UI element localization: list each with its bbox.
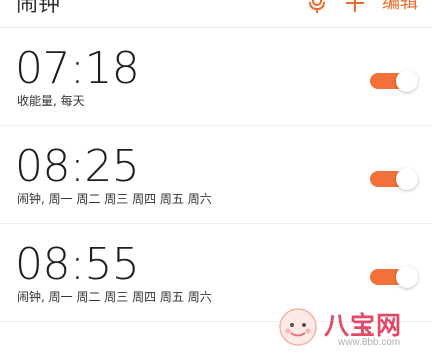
alarm-list: 07:18 收能量, 每天 08:25 闹钟, 周一 周二 周三 周四 周五 周… xyxy=(0,28,432,322)
alarm-label: 闹钟, 周一 周二 周三 周四 周五 周六 xyxy=(17,290,212,304)
alarm-toggle[interactable] xyxy=(370,168,418,190)
alarm-item[interactable]: 07:18 收能量, 每天 xyxy=(0,28,432,126)
toggle-knob xyxy=(396,70,418,92)
alarm-item[interactable]: 08:25 闹钟, 周一 周二 周三 周四 周五 周六 xyxy=(0,126,432,224)
alarm-time: 08:25 xyxy=(15,141,140,192)
plus-icon xyxy=(346,0,364,12)
microphone-icon xyxy=(309,0,325,13)
toggle-knob xyxy=(396,168,418,190)
watermark-url: www.8bb.com xyxy=(338,337,401,348)
page-title: 闹钟 xyxy=(16,0,61,17)
watermark: 八宝网 www.8bb.com xyxy=(278,305,418,353)
add-alarm-button[interactable] xyxy=(344,0,366,14)
alarm-toggle[interactable] xyxy=(370,70,418,92)
header-actions: 编辑 xyxy=(306,0,418,14)
alarm-time: 07:18 xyxy=(15,43,140,94)
alarm-label: 闹钟, 周一 周二 周三 周四 周五 周六 xyxy=(17,192,212,206)
voice-button[interactable] xyxy=(306,0,328,14)
app-header: 闹钟 编辑 xyxy=(0,0,432,28)
alarm-label: 收能量, 每天 xyxy=(17,94,85,108)
edit-button[interactable]: 编辑 xyxy=(382,0,418,14)
toggle-knob xyxy=(396,266,418,288)
baby-face-icon xyxy=(279,308,317,346)
alarm-toggle[interactable] xyxy=(370,266,418,288)
alarm-time: 08:55 xyxy=(15,239,140,290)
